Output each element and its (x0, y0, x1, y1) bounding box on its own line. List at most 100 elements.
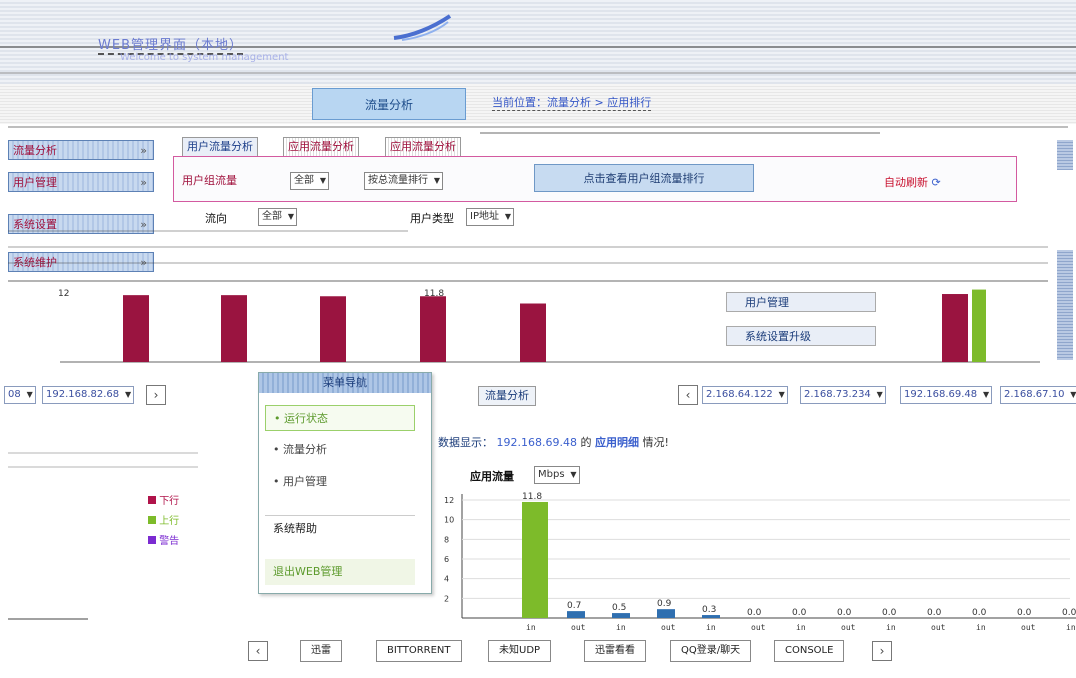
app-tab[interactable]: 迅雷 (300, 640, 342, 662)
chevron-right-icon: » (140, 144, 147, 157)
popup-item-users[interactable]: • 用户管理 (265, 469, 415, 495)
app-detail-link[interactable]: 应用明细 (595, 436, 639, 449)
ip-select[interactable]: 2.168.67.10 (1000, 386, 1076, 404)
app-traffic-chart: 12 10 8 6 4 2 11.8 in 0.7 out 0.5 in 0.9 out 0.3 in 0.0 o… (444, 492, 1076, 632)
x-tick-label: in (526, 623, 536, 632)
refresh-icon: ⟳ (931, 176, 941, 189)
legend-label: 下行 (159, 496, 180, 507)
nav-popup: 菜单导航 • 运行状态 • 流量分析 • 用户管理 系统帮助 退出WEB管理 (258, 372, 432, 594)
app-subtitle: Welcome to system management (120, 52, 289, 63)
overlay-system-upgrade[interactable]: 系统设置升级 (726, 326, 876, 346)
y-tick-label: 10 (444, 516, 454, 525)
divider (8, 126, 1068, 128)
x-tick-label: in (616, 623, 626, 632)
divider (8, 246, 1048, 248)
x-tick-label: out (1021, 623, 1036, 632)
app-tab[interactable]: CONSOLE (774, 640, 845, 662)
chevron-right-icon: » (140, 176, 147, 189)
tab-analysis[interactable]: 流量分析 (478, 386, 536, 406)
x-tick-label: in (976, 623, 986, 632)
legend-warn: 警告 (148, 532, 179, 547)
ip-select[interactable]: 2.168.64.122 (702, 386, 788, 404)
legend-up: 上行 (148, 512, 179, 527)
flow-label: 流向 (205, 212, 227, 225)
data-label: 0.7 (567, 601, 581, 611)
view-group-ranking-button[interactable]: 点击查看用户组流量排行 (534, 164, 754, 192)
x-tick-label: in (796, 623, 806, 632)
bar (567, 611, 585, 618)
y-tick-label: 12 (444, 496, 454, 505)
bar-down (320, 296, 346, 362)
right-scroll[interactable] (1057, 250, 1073, 360)
tab-user-traffic[interactable]: 用户流量分析 (182, 137, 258, 157)
divider (8, 618, 88, 620)
menu-label: 流量分析 (13, 144, 57, 157)
legend-label: 警告 (159, 536, 180, 547)
data-label: 0.5 (612, 603, 626, 613)
chevron-left-icon[interactable]: ‹ (678, 385, 698, 405)
tick-label: 12 (58, 289, 69, 299)
popup-item-help[interactable]: 系统帮助 (265, 515, 415, 541)
app-tab[interactable]: QQ登录/聊天 (670, 640, 752, 662)
bar (612, 613, 630, 618)
flow-select[interactable]: 全部 (258, 208, 297, 226)
popup-item-status[interactable]: • 运行状态 (265, 405, 415, 431)
x-tick-label: out (571, 623, 586, 632)
user-type-select[interactable]: IP地址 (466, 208, 514, 226)
x-tick-label: out (661, 623, 676, 632)
app-tab[interactable]: 迅雷看看 (584, 640, 646, 662)
y-tick-label: 8 (444, 535, 449, 544)
ip-select[interactable]: 192.168.82.68 (42, 386, 135, 404)
popup-item-traffic[interactable]: • 流量分析 (265, 437, 415, 463)
refresh-label: 自动刷新 (884, 176, 928, 189)
x-tick-label: in (706, 623, 716, 632)
divider (8, 230, 408, 232)
ip-select[interactable]: 08 (4, 386, 36, 404)
traffic-analysis-button[interactable]: 流量分析 (312, 88, 466, 120)
tab-app-traffic-2[interactable]: 应用流量分析 (385, 137, 461, 157)
chevron-right-icon[interactable]: › (146, 385, 166, 405)
bar (702, 615, 720, 618)
popup-title: 菜单导航 (259, 373, 431, 393)
analysis-headline: 数据显示： 192.168.69.48 的 应用明细 情况! (438, 434, 669, 450)
chart-title: 应用流量 (470, 470, 514, 483)
bar (522, 501, 548, 618)
chevron-right-icon[interactable]: › (872, 641, 892, 661)
auto-refresh-toggle[interactable]: 自动刷新 ⟳ (884, 174, 941, 190)
tick-label: 11.8 (424, 289, 444, 299)
divider (8, 452, 198, 454)
headline-suffix: 情况! (642, 436, 669, 449)
breadcrumb: 当前位置：流量分析 > 应用排行 (492, 96, 652, 111)
data-label: 0.0 (972, 608, 987, 618)
right-scroll[interactable] (1057, 140, 1073, 170)
app-tab[interactable]: 未知UDP (488, 640, 552, 662)
divider (480, 132, 880, 134)
unit-select[interactable]: Mbps (534, 466, 580, 484)
legend-label: 上行 (159, 516, 180, 527)
popup-item-logout[interactable]: 退出WEB管理 (265, 559, 415, 585)
ip-select[interactable]: 192.168.69.48 (900, 386, 993, 404)
app-tab[interactable]: BITTORRENT (376, 640, 462, 662)
ip-select[interactable]: 2.168.73.234 (800, 386, 886, 404)
headline-mid: 的 (580, 436, 592, 449)
overlay-user-mgmt[interactable]: 用户管理 (726, 292, 876, 312)
data-label: 11.8 (522, 492, 542, 502)
chevron-left-icon[interactable]: ‹ (248, 641, 268, 661)
sort-select[interactable]: 按总流量排行 (364, 172, 443, 190)
headline-prefix: 数据显示： (438, 436, 493, 449)
bar-down (420, 296, 446, 362)
data-label: 0.0 (1017, 608, 1032, 618)
overlay-label: 用户管理 (745, 296, 789, 309)
chevron-right-icon: » (140, 218, 147, 231)
data-label: 0.0 (747, 608, 762, 618)
data-label: 0.0 (837, 608, 852, 618)
tab-app-traffic[interactable]: 应用流量分析 (283, 137, 359, 157)
bar-down (221, 295, 247, 362)
x-tick-label: out (841, 623, 856, 632)
left-menu-item-traffic[interactable]: 流量分析 » (8, 140, 154, 160)
user-traffic-chart: 12 11.8 (58, 289, 1040, 363)
group-select[interactable]: 全部 (290, 172, 329, 190)
left-menu-item-users[interactable]: 用户管理 » (8, 172, 154, 192)
x-tick-label: out (931, 623, 946, 632)
legend-down: 下行 (148, 492, 179, 507)
